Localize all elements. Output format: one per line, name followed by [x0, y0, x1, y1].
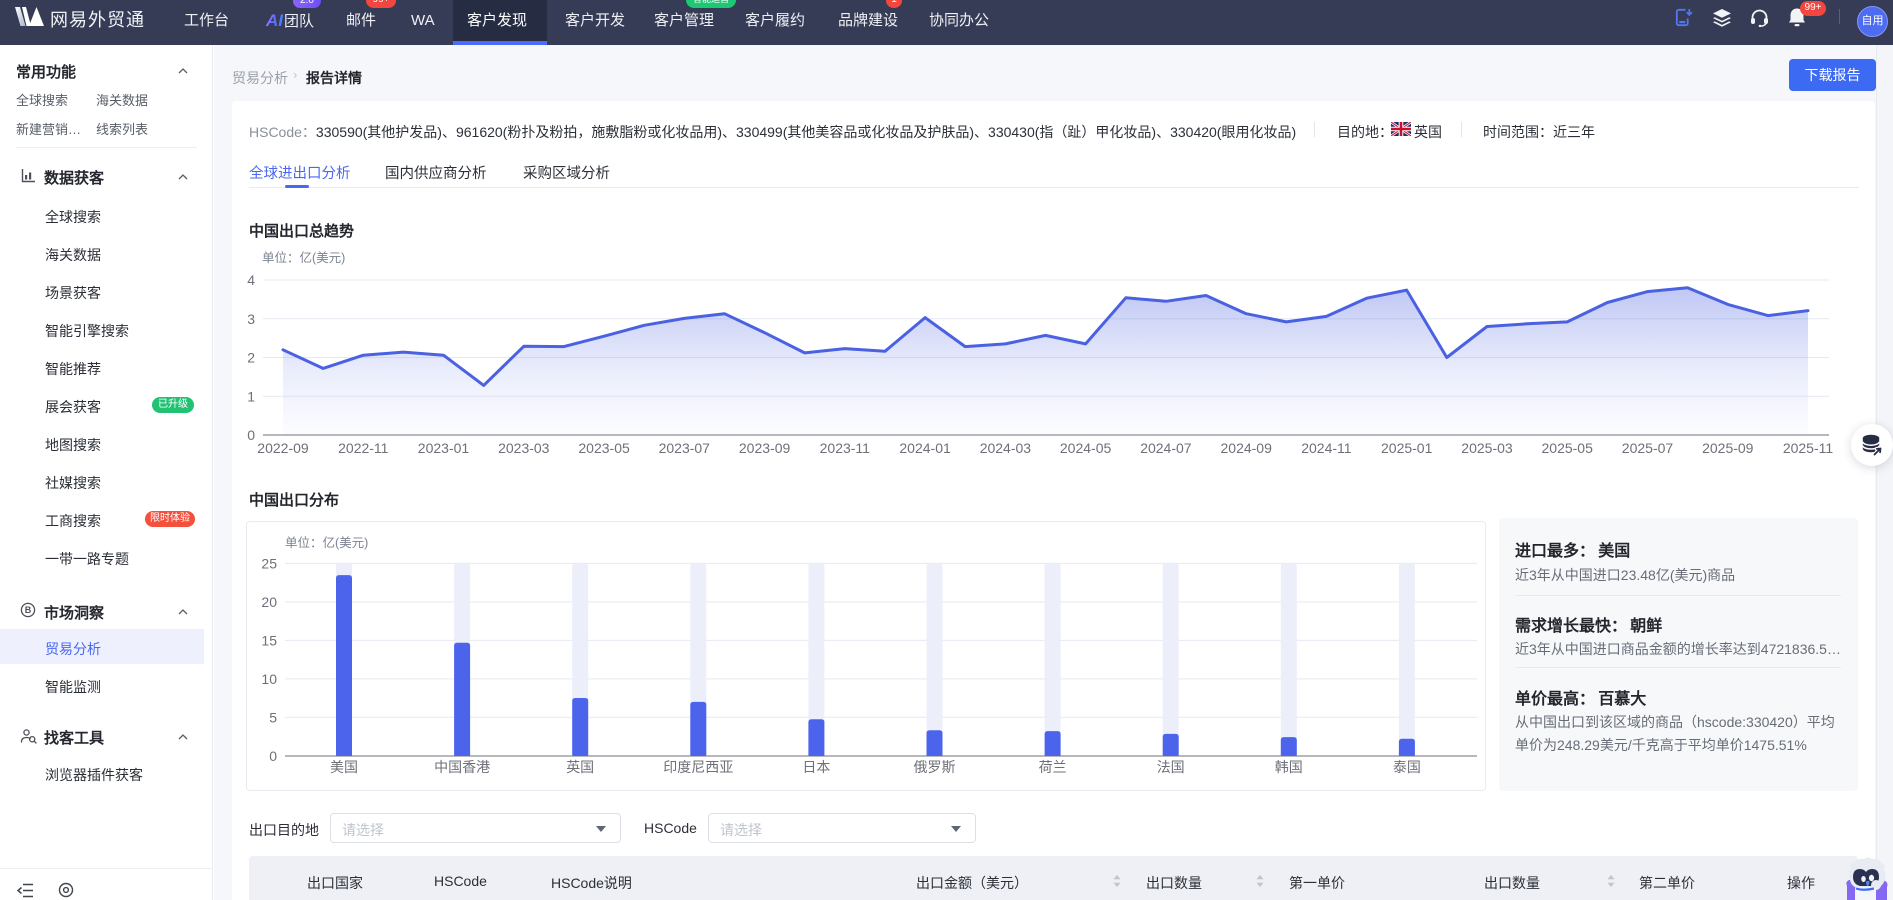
svg-text:2024-03: 2024-03 — [980, 440, 1032, 456]
svg-text:2025-07: 2025-07 — [1622, 440, 1674, 456]
svg-text:2023-07: 2023-07 — [659, 440, 711, 456]
svg-text:2022-11: 2022-11 — [338, 440, 389, 456]
svg-text:1: 1 — [247, 388, 255, 404]
svg-text:4: 4 — [247, 272, 255, 288]
svg-text:2023-09: 2023-09 — [739, 440, 791, 456]
svg-text:20: 20 — [261, 594, 277, 610]
svg-text:2023-05: 2023-05 — [578, 440, 630, 456]
svg-text:10: 10 — [261, 671, 277, 687]
svg-text:15: 15 — [261, 632, 277, 648]
svg-text:B: B — [25, 605, 32, 615]
svg-text:2025-03: 2025-03 — [1461, 440, 1513, 456]
svg-text:中国香港: 中国香港 — [434, 759, 490, 775]
svg-text:2023-03: 2023-03 — [498, 440, 550, 456]
svg-text:2023-11: 2023-11 — [820, 440, 871, 456]
svg-text:0: 0 — [247, 427, 255, 443]
svg-text:2: 2 — [247, 350, 255, 366]
svg-text:美国: 美国 — [330, 759, 358, 775]
svg-text:英国: 英国 — [566, 759, 594, 775]
svg-text:2024-01: 2024-01 — [899, 440, 951, 456]
svg-text:俄罗斯: 俄罗斯 — [914, 759, 956, 775]
svg-text:3: 3 — [247, 311, 255, 327]
svg-text:2025-01: 2025-01 — [1381, 440, 1433, 456]
svg-text:2024-07: 2024-07 — [1140, 440, 1192, 456]
svg-text:荷兰: 荷兰 — [1039, 759, 1067, 775]
svg-text:2022-09: 2022-09 — [257, 440, 309, 456]
svg-text:印度尼西亚: 印度尼西亚 — [663, 759, 733, 775]
svg-text:泰国: 泰国 — [1393, 759, 1421, 775]
svg-text:2024-05: 2024-05 — [1060, 440, 1112, 456]
svg-text:韩国: 韩国 — [1275, 759, 1303, 775]
svg-text:法国: 法国 — [1157, 759, 1185, 775]
svg-text:2023-01: 2023-01 — [418, 440, 470, 456]
svg-text:25: 25 — [261, 555, 277, 571]
svg-text:日本: 日本 — [802, 759, 830, 775]
svg-text:2024-11: 2024-11 — [1301, 440, 1352, 456]
svg-text:单位：亿(美元): 单位：亿(美元) — [262, 250, 345, 265]
svg-text:单位：亿(美元): 单位：亿(美元) — [285, 535, 368, 550]
svg-text:2025-05: 2025-05 — [1542, 440, 1594, 456]
svg-text:5: 5 — [269, 709, 277, 725]
svg-text:0: 0 — [269, 748, 277, 764]
svg-text:2024-09: 2024-09 — [1221, 440, 1273, 456]
svg-text:2025-11: 2025-11 — [1783, 440, 1834, 456]
svg-text:2025-09: 2025-09 — [1702, 440, 1754, 456]
